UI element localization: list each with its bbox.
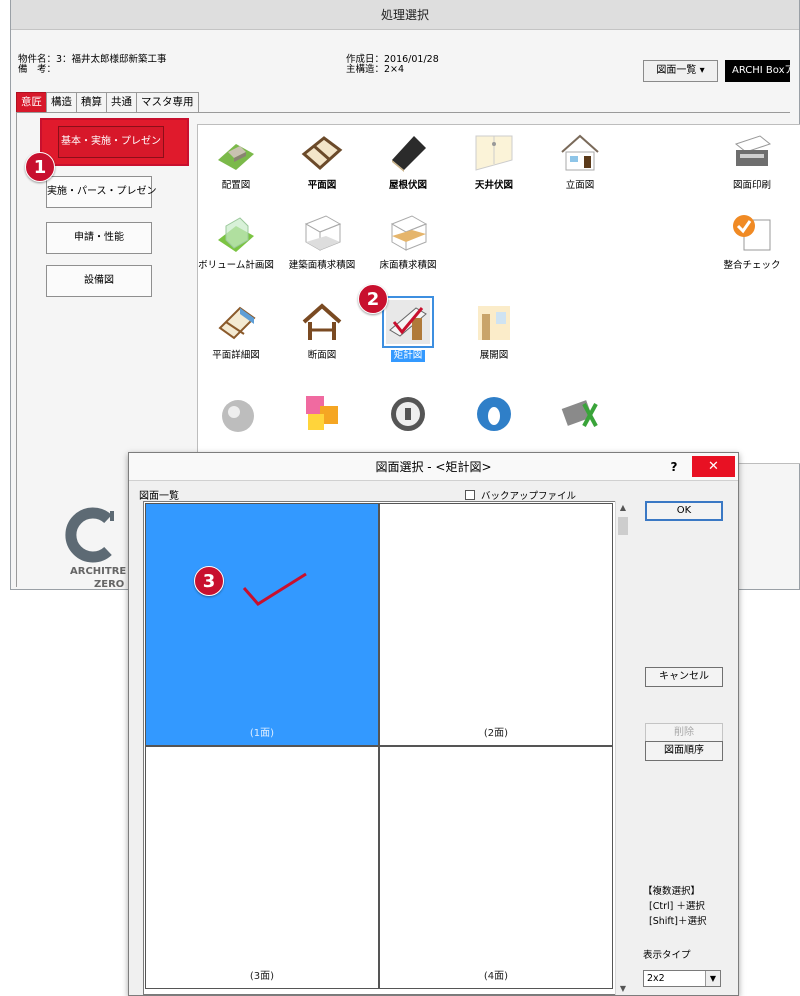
tab-estimate[interactable]: 積算 [76,92,107,112]
backup-label: バックアップファイル [481,491,577,502]
volume-plan-icon [214,210,258,254]
printer-icon [730,130,774,174]
check-icon [730,210,774,254]
development-icon [472,300,516,344]
detail-plan-icon [214,300,258,344]
ceiling-plan-item[interactable]: 天井伏図 [452,130,536,200]
grid-scrollbar[interactable]: ▲ ▼ [615,501,629,995]
check-mark-icon [242,572,307,606]
section-icon [300,300,344,344]
building-area-icon [300,210,344,254]
lighting-item[interactable] [366,390,450,460]
dialog-title: 図面選択 - <矩計図> [375,460,492,474]
window-title: 処理選択 [11,0,799,30]
drawing-order-button[interactable]: 図面順序 [645,741,723,761]
site-plan-item[interactable]: 配置図 [194,130,278,200]
scroll-down-icon[interactable]: ▼ [616,984,630,993]
backup-checkbox[interactable] [465,490,475,500]
drawing-list-button[interactable]: 図面一覧 ▾ [643,60,718,82]
display-type-select[interactable]: 2x2 ▼ [643,970,721,987]
floor-plan-icon [300,130,344,174]
floor-area-item[interactable]: 床面積求積図 [366,210,450,280]
main-structure: 主構造：2×4 [346,64,405,75]
materials-item[interactable] [538,390,622,460]
scroll-up-icon[interactable]: ▲ [616,503,630,512]
category-perspective-button[interactable]: 実施・パース・プレゼン [46,176,157,208]
ceiling-plan-icon [472,130,516,174]
logo-icon [65,507,114,563]
building-area-item[interactable]: 建築面積求積図 [280,210,364,280]
category-equipment-button[interactable]: 設備図 [46,265,152,297]
step-badge-2: 2 [358,284,388,314]
materials-icon [558,390,602,434]
category-application-button[interactable]: 申請・性能 [46,222,152,254]
cell-label: (3面) [249,971,275,982]
drawing-select-dialog: 図面選択 - <矩計図> ? ✕ 図面一覧 バックアップファイル (1面) (2… [128,452,739,996]
tab-master[interactable]: マスタ専用 [136,92,199,112]
drawing-cell-1[interactable]: (1面) [145,503,379,746]
roof-plan-item[interactable]: 屋根伏図 [366,130,450,200]
elevation-item[interactable]: 立面図 [538,130,622,200]
cell-label: (4面) [483,971,509,982]
tab-bar: 意匠 構造 積算 共通 マスタ専用 [16,92,199,112]
display-type-label: 表示タイプ [643,950,691,961]
drawing-cell-2[interactable]: (2面) [379,503,613,746]
lightbulb-icon [386,390,430,434]
foot-icon [472,390,516,434]
cell-label: (2面) [483,728,509,739]
print-item[interactable]: 図面印刷 [710,130,794,200]
category-basic-button[interactable]: 基本・実施・プレゼン [58,126,164,158]
scroll-thumb[interactable] [618,517,628,535]
step-badge-1: 1 [25,152,55,182]
tab-common[interactable]: 共通 [106,92,137,112]
floor-plan-item[interactable]: 平面図 [280,130,364,200]
sphere-icon [214,390,258,434]
drawing-cell-4[interactable]: (4面) [379,746,613,989]
consistency-check-item[interactable]: 整合チェック [710,210,794,280]
render-item[interactable] [194,390,278,460]
presentation-item[interactable] [280,390,364,460]
tab-design[interactable]: 意匠 [16,92,47,112]
project-info: 物件名：3：福井太郎様邸新築工事 備 考： [18,55,167,75]
delete-button[interactable]: 削除 [645,723,723,743]
cancel-button[interactable]: キャンセル [645,667,723,687]
chevron-down-icon[interactable]: ▼ [705,971,720,986]
floor-area-icon [386,210,430,254]
drawing-cell-3[interactable]: (3面) [145,746,379,989]
detail-plan-item[interactable]: 平面詳細図 [194,300,278,370]
dialog-title-bar: 図面選択 - <矩計図> ? ✕ [129,453,738,481]
elevation-icon [558,130,602,174]
date-info: 作成日：2016/01/28 主構造：2×4 [346,55,439,75]
ok-button[interactable]: OK [645,501,723,521]
backup-file-option[interactable]: バックアップファイル [465,488,576,502]
multi-select-note: 【複数選択】 [Ctrl] ＋選択 [Shift]＋選択 [643,886,707,927]
help-icon[interactable]: ? [666,453,682,481]
roof-plan-icon [386,130,430,174]
development-item[interactable]: 展開図 [452,300,536,370]
drawing-list-label: 図面一覧 [139,491,179,502]
archi-box-button[interactable]: ARCHI Boxアップ [725,60,790,82]
palette-icon [300,390,344,434]
project-remarks: 備 考： [18,64,57,75]
logo-text: ARCHITRE ZERO [70,566,127,590]
volume-plan-item[interactable]: ボリューム計画図 [194,210,278,280]
tab-structure[interactable]: 構造 [46,92,77,112]
section-item[interactable]: 断面図 [280,300,364,370]
foot-item[interactable] [452,390,536,460]
close-button[interactable]: ✕ [692,456,735,477]
step-badge-3: 3 [194,566,224,596]
site-plan-icon [214,130,258,174]
cell-label: (1面) [249,728,275,739]
wall-section-icon [382,296,434,348]
